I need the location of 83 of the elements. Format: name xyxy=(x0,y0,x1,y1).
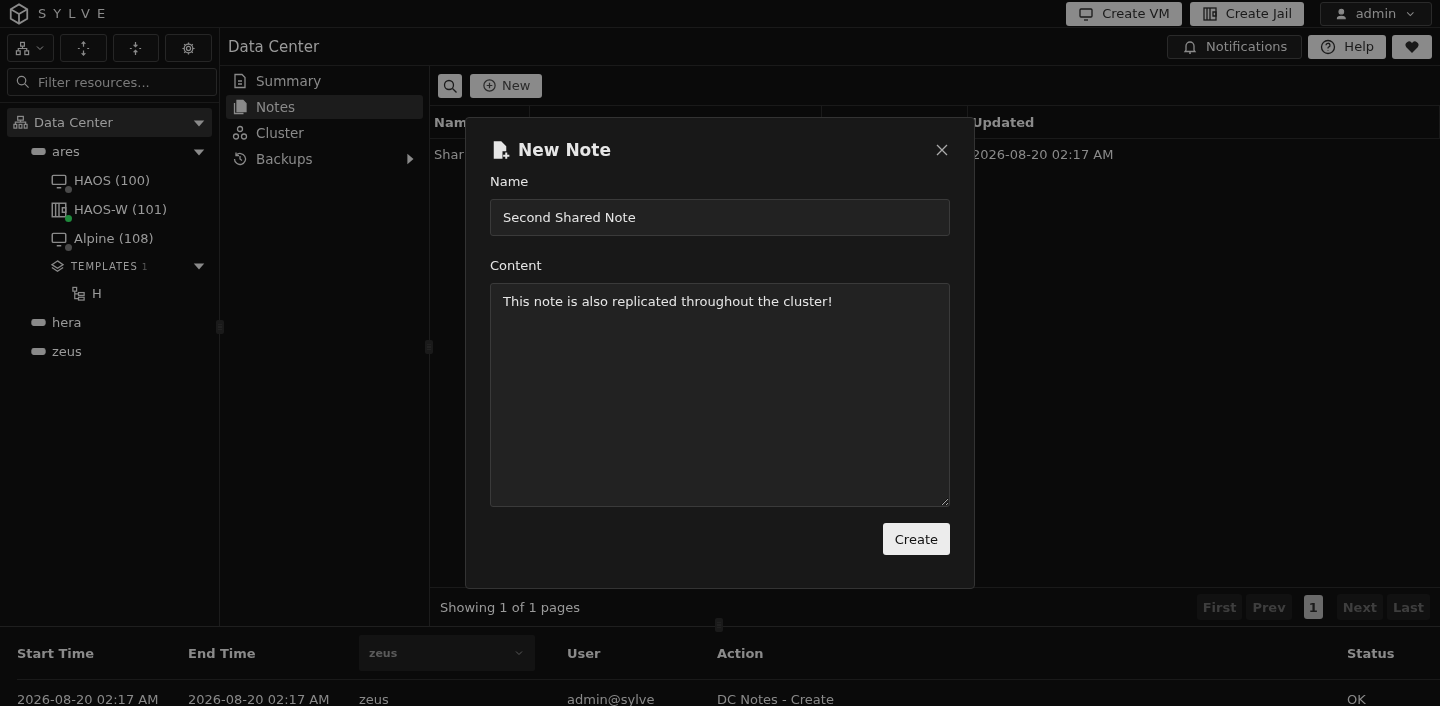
jail-icon xyxy=(1201,5,1218,22)
brand-name: SYLVE xyxy=(38,6,113,21)
nav-item[interactable]: Backups xyxy=(226,147,423,171)
expand-icon xyxy=(75,40,91,56)
server-rack-icon xyxy=(13,115,28,130)
count-label: 1 xyxy=(141,261,149,272)
add-icon xyxy=(482,78,497,93)
view-menu-button[interactable] xyxy=(7,34,54,62)
tree-label: HAOS (100) xyxy=(74,173,150,188)
tree-label: Alpine (108) xyxy=(74,231,154,246)
column-header[interactable]: Updated xyxy=(972,114,1035,130)
create-vm-button[interactable]: Create VM xyxy=(1066,1,1182,26)
bell-icon xyxy=(1182,38,1198,55)
column-header[interactable]: Start Time xyxy=(17,645,95,661)
tree-item[interactable]: Alpine (108) xyxy=(7,224,212,253)
table-cell: admin@sylve xyxy=(567,692,655,706)
collapse-icon xyxy=(128,40,144,56)
tree-label: ares xyxy=(52,144,80,159)
dialog-title: New Note xyxy=(518,140,612,160)
column-header[interactable]: Action xyxy=(717,645,764,661)
table-cell: zeus xyxy=(359,692,389,706)
tree-item[interactable]: HAOS (100) xyxy=(7,166,212,195)
tree-item[interactable]: TEMPLATES 1 xyxy=(7,253,212,279)
hierarchy-icon xyxy=(14,40,30,56)
nav-item[interactable]: Cluster xyxy=(226,121,423,145)
cluster-icon xyxy=(232,125,248,141)
new-button[interactable]: New xyxy=(470,73,543,98)
search-icon xyxy=(15,74,30,89)
name-field[interactable]: Second Shared Note xyxy=(490,199,950,236)
help-button[interactable]: Help xyxy=(1308,34,1386,59)
document-icon xyxy=(232,73,248,89)
notifications-button[interactable]: Notifications xyxy=(1167,34,1303,59)
page-button[interactable]: 1 xyxy=(1303,595,1323,619)
nav-item[interactable]: Notes xyxy=(226,95,423,119)
help-icon xyxy=(1320,38,1337,55)
tree-label: HAOS-W (101) xyxy=(74,202,168,217)
pagination-info: Showing 1 of 1 pages xyxy=(440,599,581,615)
cube-logo-icon xyxy=(8,2,30,25)
close-button[interactable] xyxy=(934,142,950,158)
tree-item[interactable]: ares xyxy=(7,137,212,166)
tree-label: hera xyxy=(52,315,82,330)
filter-field[interactable]: Filter resources... xyxy=(7,68,217,96)
tree-item[interactable]: hera xyxy=(7,308,212,337)
tree-label: H xyxy=(92,286,102,301)
table-cell: 2026-08-20 02:17 AM xyxy=(17,692,159,706)
settings-button[interactable] xyxy=(165,34,212,62)
column-header[interactable]: End Time xyxy=(188,645,256,661)
table-cell: Shar xyxy=(434,146,464,162)
content-field[interactable]: This note is also replicated throughout the cluster! xyxy=(490,283,950,507)
table-cell: OK xyxy=(1347,692,1366,706)
column-header[interactable]: Nam xyxy=(434,114,468,130)
nav-item[interactable]: Summary xyxy=(226,69,423,93)
table-cell: DC Notes - Create xyxy=(717,692,834,706)
monitor-icon xyxy=(1078,5,1095,22)
close-icon xyxy=(934,142,950,158)
history-icon xyxy=(232,151,248,167)
search-icon xyxy=(442,77,458,94)
donate-button[interactable] xyxy=(1392,34,1432,59)
template-icon xyxy=(71,286,86,301)
column-header[interactable]: User xyxy=(567,645,601,661)
create-button[interactable]: Create xyxy=(882,523,950,555)
column-header[interactable]: Status xyxy=(1347,645,1395,661)
create-jail-button[interactable]: Create Jail xyxy=(1189,1,1304,26)
user-menu-button[interactable]: admin xyxy=(1320,1,1432,26)
tree-label: TEMPLATES xyxy=(71,260,138,272)
tree-item[interactable]: zeus xyxy=(7,337,212,366)
user-icon xyxy=(1335,6,1348,21)
field-label: Content xyxy=(490,258,543,273)
tree-label: Data Center xyxy=(34,115,113,130)
documents-icon xyxy=(232,99,248,115)
jail-icon xyxy=(50,200,68,219)
tree-item[interactable]: H xyxy=(7,279,212,308)
tree-item[interactable]: HAOS-W (101) xyxy=(7,195,212,224)
tree-item[interactable]: Data Center xyxy=(7,108,212,137)
heart-icon xyxy=(1404,38,1420,55)
field-label: Name xyxy=(490,174,530,189)
layers-icon xyxy=(50,258,65,274)
page-title: Data Center xyxy=(228,37,320,56)
table-cell: 2026-08-20 02:17 AM xyxy=(188,692,330,706)
table-cell: 2026-08-20 02:17 AM xyxy=(972,146,1114,162)
tree-label: zeus xyxy=(52,344,82,359)
search-button[interactable] xyxy=(438,73,462,98)
settings-icon xyxy=(181,40,197,56)
